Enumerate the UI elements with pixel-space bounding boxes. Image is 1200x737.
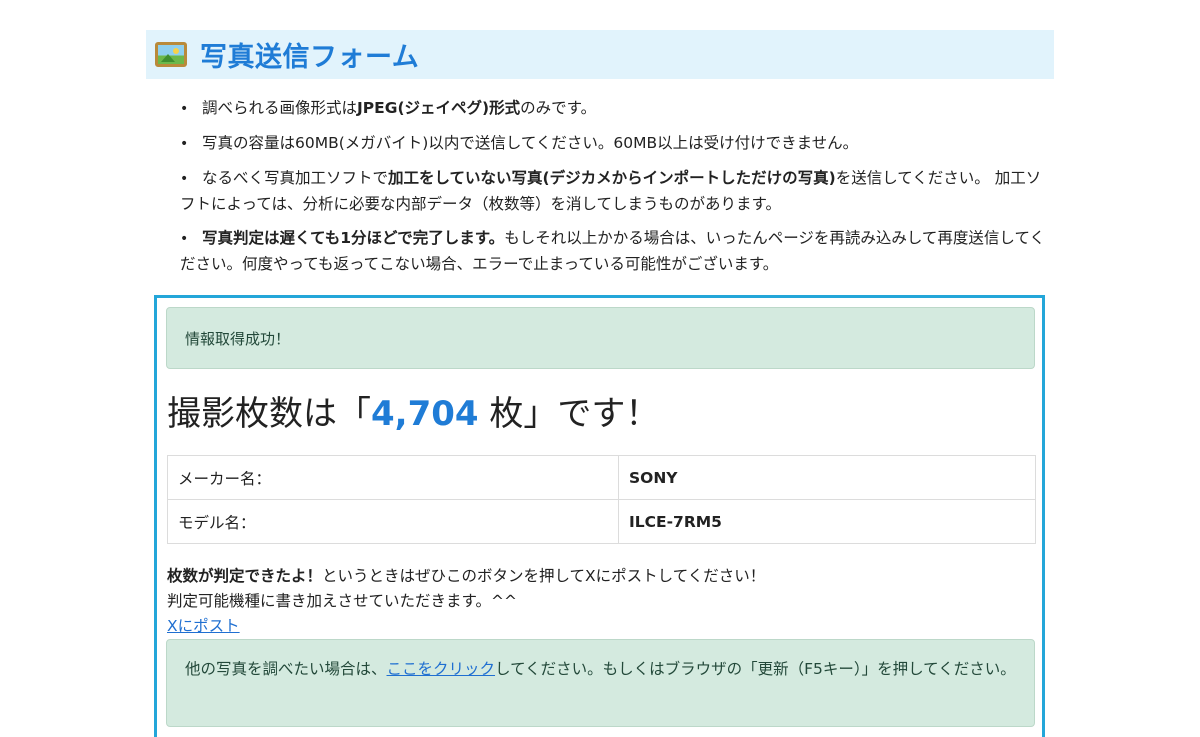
shutter-count-heading: 撮影枚数は「4,704 枚」です！ [167,394,660,434]
click-here-link[interactable]: ここをクリック [387,660,496,678]
post-to-x-link[interactable]: Xにポスト [167,617,240,635]
model-label: モデル名： [167,499,619,544]
camera-info-table: メーカー名： SONY モデル名： ILCE-7RM5 [167,455,1036,544]
maker-label: メーカー名： [167,455,619,500]
table-row: モデル名： ILCE-7RM5 [167,499,1036,544]
maker-value: SONY [618,455,1036,500]
retry-alert: 他の写真を調べたい場合は、ここをクリックしてください。もしくはブラウザの「更新（… [166,639,1035,727]
instruction-item: • 写真の容量は60MB(メガバイト)以内で送信してください。60MB以上は受け付… [180,134,859,152]
instruction-item: • 調べられる画像形式はJPEG(ジェイペグ)形式のみです。 [180,99,597,117]
result-panel: 情報取得成功！ 撮影枚数は「4,704 枚」です！ メーカー名： SONY モデ… [154,295,1045,737]
framed-picture-icon [155,42,187,67]
table-row: メーカー名： SONY [167,455,1036,500]
instructions-list: • 調べられる画像形式はJPEG(ジェイペグ)形式のみです。 • 写真の容量は60M… [180,96,1050,286]
page-header: 写真送信フォーム [146,30,1054,79]
instruction-item: • 写真判定は遅くても1分ほどで完了します。もしそれ以上かかる場合は、いったんペー… [180,229,1045,273]
success-message: 情報取得成功！ [185,329,291,348]
share-prompt: 枚数が判定できたよ！というときはぜひこのボタンを押してXにポストしてください！ … [167,567,766,635]
success-alert: 情報取得成功！ [166,307,1035,369]
shutter-count-value: 4,704 [371,394,479,434]
model-value: ILCE-7RM5 [618,499,1036,544]
page-title: 写真送信フォーム [200,42,420,73]
instruction-item: • なるべく写真加工ソフトで加工をしていない写真(デジカメからインポートしただけの… [180,169,1042,213]
